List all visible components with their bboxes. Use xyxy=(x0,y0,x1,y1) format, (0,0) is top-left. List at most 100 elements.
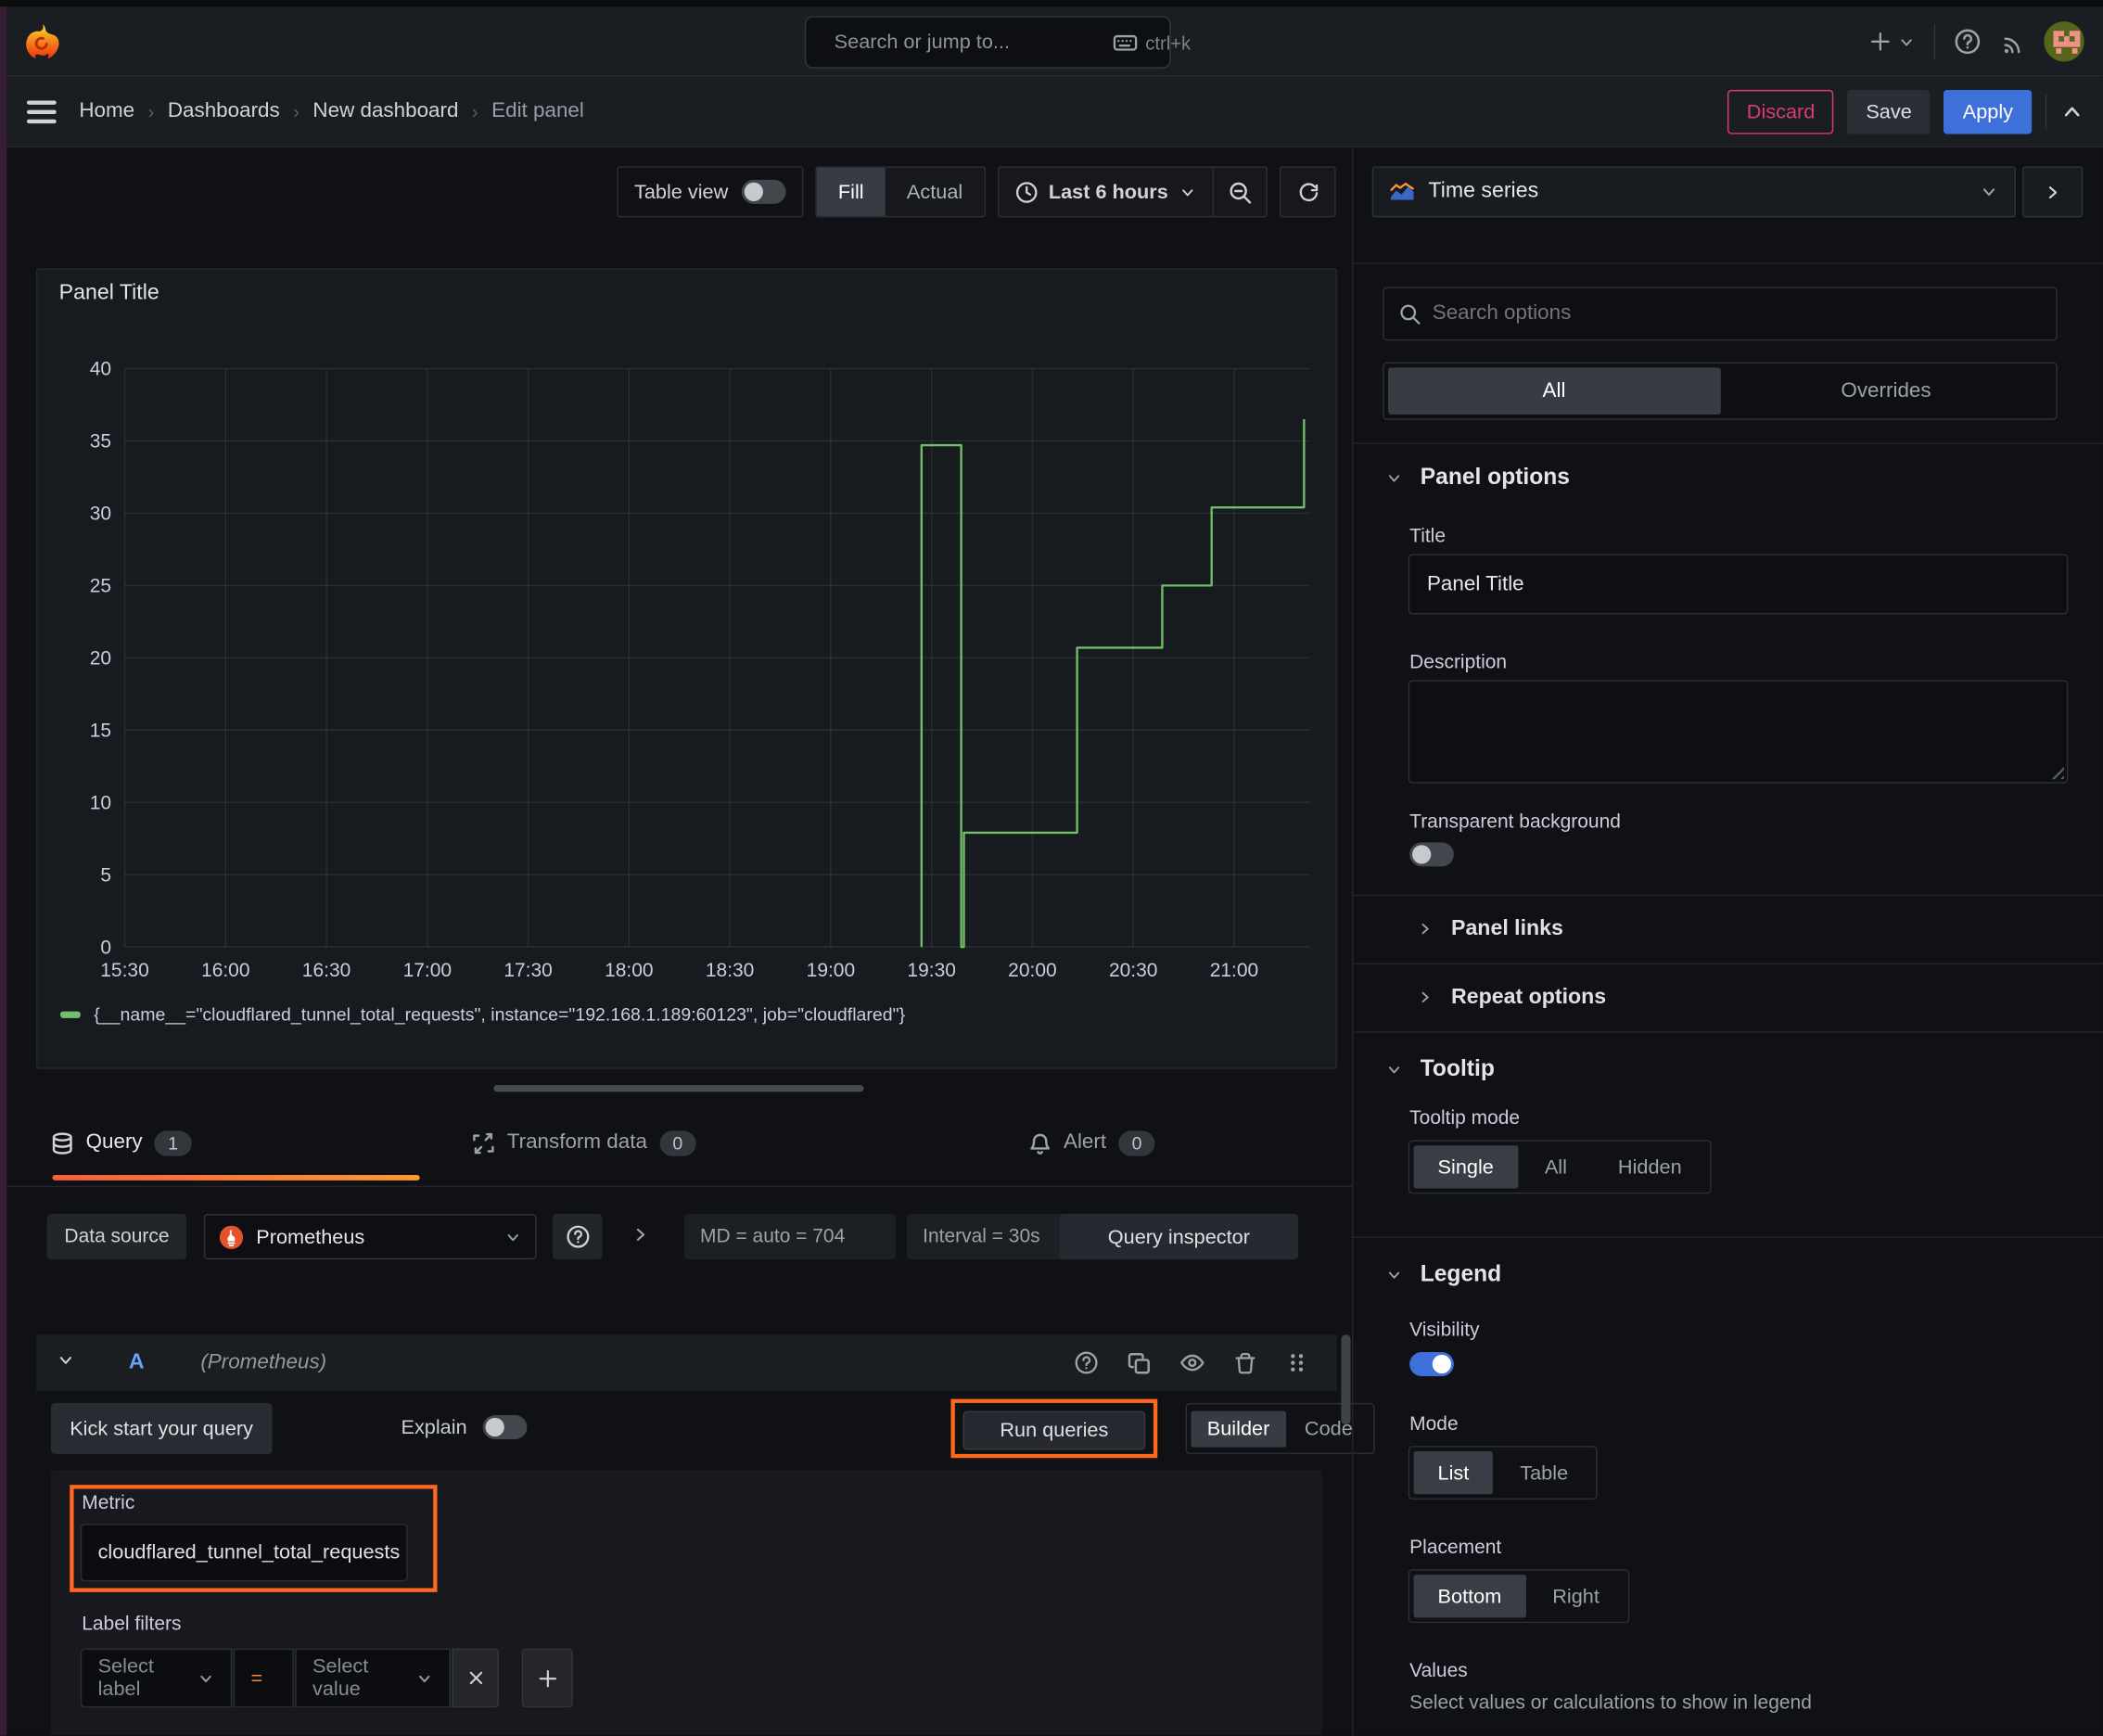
collapse-query-icon[interactable] xyxy=(57,1350,75,1375)
tooltip-section-header[interactable]: Tooltip xyxy=(1385,1055,1495,1082)
plus-icon xyxy=(1871,32,1890,51)
news-rss-icon[interactable] xyxy=(2000,29,2025,54)
interval-stat: Interval = 30s xyxy=(906,1213,1068,1260)
time-range-picker[interactable]: Last 6 hours xyxy=(999,181,1212,203)
breadcrumb-home[interactable]: Home xyxy=(79,99,134,123)
tab-transform-data[interactable]: Transform data 0 xyxy=(472,1116,696,1169)
grafana-logo[interactable] xyxy=(23,21,63,61)
tab-all-options[interactable]: All xyxy=(1388,367,1721,415)
table-view-control: Table view xyxy=(617,166,804,218)
collapse-header-icon[interactable] xyxy=(2060,99,2084,123)
query-editor-toolbar: Kick start your query Explain Run querie… xyxy=(0,1398,1374,1466)
help-circle-icon xyxy=(566,1225,589,1248)
select-value-dropdown[interactable]: Select value xyxy=(295,1648,451,1708)
tab-overrides[interactable]: Overrides xyxy=(1720,367,2052,415)
tooltip-mode-all[interactable]: All xyxy=(1521,1145,1591,1188)
search-icon xyxy=(1400,304,1421,325)
panel-resize-handle[interactable] xyxy=(493,1085,864,1092)
panel-options-header[interactable]: Panel options xyxy=(1385,464,1570,491)
transform-icon xyxy=(473,1132,494,1154)
axis-element: 35 xyxy=(90,431,111,453)
apply-button[interactable]: Apply xyxy=(1944,89,2033,134)
transparent-background-toggle[interactable] xyxy=(1409,842,1454,867)
toggle-visibility-icon[interactable] xyxy=(1180,1351,1204,1375)
chevron-down-icon xyxy=(1388,474,1400,481)
menu-toggle-icon[interactable] xyxy=(26,99,57,123)
breadcrumb-new-dashboard[interactable]: New dashboard xyxy=(312,99,458,123)
datasource-help-button[interactable] xyxy=(552,1213,603,1260)
select-label-dropdown[interactable]: Select label xyxy=(80,1648,233,1708)
tab-query[interactable]: Query 1 xyxy=(51,1116,192,1169)
drag-handle-icon[interactable] xyxy=(1286,1352,1307,1373)
chevron-down-icon xyxy=(200,1675,211,1682)
panel-title-input[interactable] xyxy=(1408,554,2069,615)
legend-series-label[interactable]: {__name__="cloudflared_tunnel_total_requ… xyxy=(94,1004,905,1025)
legend-visibility-toggle[interactable] xyxy=(1409,1351,1454,1377)
chevron-down-icon xyxy=(419,1675,430,1682)
datasource-picker[interactable]: Prometheus xyxy=(203,1213,537,1260)
operator-dropdown[interactable]: = xyxy=(233,1648,294,1708)
legend-mode-table[interactable]: Table xyxy=(1496,1451,1592,1494)
legend-series-swatch[interactable] xyxy=(60,1011,81,1018)
help-icon[interactable] xyxy=(1954,28,1981,55)
zoom-out-icon xyxy=(1230,182,1252,203)
window-left-edge xyxy=(0,6,7,1736)
axis-element: 19:00 xyxy=(807,960,855,981)
kick-start-query-button[interactable]: Kick start your query xyxy=(50,1402,273,1454)
breadcrumb-dashboards[interactable]: Dashboards xyxy=(168,99,280,123)
description-field-label: Description xyxy=(1409,651,1508,674)
query-inspector-button[interactable]: Query inspector xyxy=(1059,1213,1299,1260)
collapse-options-pane-button[interactable] xyxy=(2022,166,2084,218)
table-view-label: Table view xyxy=(633,180,729,204)
axis-element: 40 xyxy=(90,359,111,380)
user-avatar[interactable] xyxy=(2044,21,2084,62)
duplicate-query-icon[interactable] xyxy=(1128,1351,1151,1374)
global-search[interactable]: ctrl+k xyxy=(804,16,1191,69)
new-menu-button[interactable] xyxy=(1869,31,1915,52)
query-options-expander[interactable] xyxy=(631,1225,651,1252)
tooltip-mode-single[interactable]: Single xyxy=(1413,1145,1518,1189)
legend-mode-list[interactable]: List xyxy=(1413,1451,1494,1495)
axis-element: 0 xyxy=(100,937,111,958)
legend-mode-label: Mode xyxy=(1409,1413,1459,1436)
save-button[interactable]: Save xyxy=(1847,89,1931,134)
tab-alert[interactable]: Alert 0 xyxy=(1028,1116,1155,1169)
visualization-picker[interactable]: Time series xyxy=(1371,166,2016,218)
time-series-chart[interactable]: 0 5 10 15 20 25 30 35 40 15:30 16:00 16:30 17:00 17:3… xyxy=(37,270,1338,1071)
prometheus-icon xyxy=(219,1224,244,1249)
axis-element: 17:30 xyxy=(503,960,552,981)
axis-element: 18:00 xyxy=(605,960,653,981)
zoom-out-time-button[interactable] xyxy=(1212,167,1267,216)
query-ref-id: A xyxy=(128,1350,145,1374)
scrollbar-thumb[interactable] xyxy=(1341,1334,1351,1425)
legend-placement-right[interactable]: Right xyxy=(1528,1575,1624,1617)
remove-filter-button[interactable] xyxy=(452,1648,500,1708)
query-row-header[interactable]: A (Prometheus) xyxy=(36,1334,1338,1391)
add-filter-button[interactable] xyxy=(521,1648,573,1708)
fill-option[interactable]: Fill xyxy=(816,167,886,216)
panel-links-section[interactable]: Panel links xyxy=(1353,895,2103,964)
query-help-icon[interactable] xyxy=(1075,1351,1099,1375)
tooltip-mode-hidden[interactable]: Hidden xyxy=(1594,1145,1706,1188)
legend-visibility-label: Visibility xyxy=(1409,1320,1480,1342)
axis-element: 20 xyxy=(90,648,111,670)
refresh-icon xyxy=(1298,182,1318,201)
table-view-toggle[interactable] xyxy=(741,179,786,204)
description-textarea[interactable] xyxy=(1408,680,2069,784)
refresh-button[interactable] xyxy=(1279,166,1336,218)
delete-query-icon[interactable] xyxy=(1234,1351,1257,1374)
discard-button[interactable]: Discard xyxy=(1727,89,1834,134)
options-search-input[interactable] xyxy=(1432,301,2042,326)
repeat-options-section[interactable]: Repeat options xyxy=(1353,964,2103,1032)
breadcrumb: Home › Dashboards › New dashboard › Edit… xyxy=(79,99,584,123)
options-search[interactable] xyxy=(1383,287,2058,341)
run-queries-button[interactable]: Run queries xyxy=(962,1410,1146,1450)
builder-option[interactable]: Builder xyxy=(1191,1410,1286,1447)
search-input[interactable] xyxy=(834,31,1102,54)
legend-placement-label: Placement xyxy=(1409,1537,1502,1559)
query-datasource-hint: (Prometheus) xyxy=(200,1350,327,1374)
legend-section-header[interactable]: Legend xyxy=(1385,1261,1501,1288)
explain-toggle[interactable] xyxy=(482,1414,528,1439)
legend-placement-bottom[interactable]: Bottom xyxy=(1413,1575,1526,1618)
actual-option[interactable]: Actual xyxy=(886,168,985,216)
